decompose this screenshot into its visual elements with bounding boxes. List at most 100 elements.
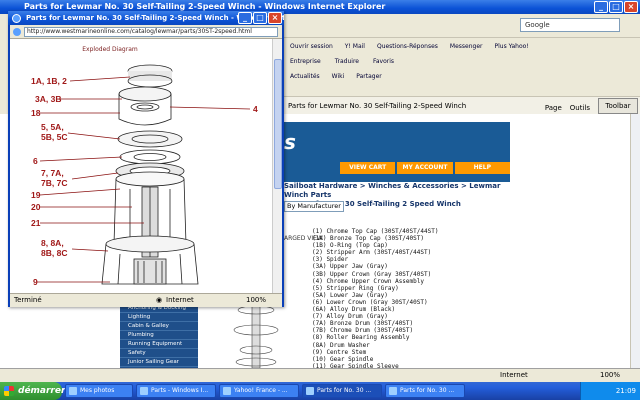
taskbar-item-ie-3[interactable]: Parts for No. 30 ... [302, 384, 382, 398]
close-icon[interactable]: × [268, 12, 282, 24]
popup-title-bar: Parts for Lewmar No. 30 Self-Tailing 2-S… [8, 11, 284, 25]
tab-bar: Parts for Lewmar No. 30 Self-Tailing 2-S… [284, 96, 640, 114]
view-cart-button[interactable]: VIEW CART [340, 162, 396, 174]
part-label[interactable]: 4 [253, 105, 258, 114]
search-input[interactable]: Google [520, 18, 620, 32]
sidebar-item[interactable]: Safety [120, 349, 198, 358]
taskbar-item-photos[interactable]: Mes photos [65, 384, 133, 398]
link-messenger[interactable]: Messenger [450, 43, 483, 50]
ie-icon [306, 387, 314, 395]
part-list-item[interactable]: (6A) Alloy Drum (Black) [312, 306, 508, 313]
part-list-item[interactable]: (3B) Upper Crown (Gray 30ST/40ST) [312, 271, 508, 278]
breadcrumb-line-1[interactable]: Sailboat Hardware > Winches & Accessorie… [284, 182, 510, 200]
manufacturer-select[interactable]: By Manufacturer [284, 201, 344, 212]
part-label[interactable]: 5B, 5C [41, 133, 67, 142]
taskbar-item-ie-1[interactable]: Parts - Windows I... [136, 384, 216, 398]
part-label[interactable]: 1A, 1B, 2 [31, 77, 67, 86]
part-list-item[interactable]: (7B) Chrome Drum (30ST/40ST) [312, 327, 508, 334]
popup-window-controls: _ □ × [238, 12, 282, 24]
folder-icon [69, 387, 77, 395]
part-label[interactable]: 8B, 8C [41, 249, 67, 258]
link-partager[interactable]: Partager [356, 73, 382, 80]
part-list-item[interactable]: (5A) Lower Jaw (Gray) [312, 292, 508, 299]
zoom-level[interactable]: 100% [246, 294, 266, 307]
part-list-item[interactable]: (7) Alloy Drum (Gray) [312, 313, 508, 320]
popup-status-bar: Terminé ◉ Internet 100% [10, 293, 282, 307]
part-list-item[interactable]: (7A) Bronze Drum (30ST/40ST) [312, 320, 508, 327]
tab-current[interactable]: Parts for Lewmar No. 30 Self-Tailing 2-S… [288, 102, 466, 110]
part-list-item[interactable]: (2) Stripper Arm (30ST/40ST/44ST) [312, 249, 508, 256]
part-label[interactable]: 20 [31, 203, 40, 212]
clock[interactable]: 21:09 [616, 387, 636, 395]
ie-icon [12, 14, 21, 23]
part-label[interactable]: 8, 8A, [41, 239, 64, 248]
bg-zoom-level[interactable]: 100% [600, 369, 620, 382]
part-list-item[interactable]: (8) Roller Bearing Assembly [312, 334, 508, 341]
ie-icon [389, 387, 397, 395]
minimize-icon[interactable]: _ [594, 1, 608, 13]
part-label[interactable]: 7, 7A, [41, 169, 64, 178]
part-list-item[interactable]: (1A) Bronze Top Cap (30ST/40ST) [312, 235, 508, 242]
taskbar-item-ie-4[interactable]: Parts for No. 30 ... [385, 384, 465, 398]
url-field[interactable]: http://www.westmarineonline.com/catalog/… [24, 27, 278, 37]
help-button[interactable]: HELP [454, 162, 510, 174]
part-list-item[interactable]: (8A) Drum Washer [312, 342, 508, 349]
part-list-item[interactable]: (10) Gear Spindle [312, 356, 508, 363]
link-entreprise[interactable]: Entreprise [290, 58, 321, 65]
part-list-item[interactable]: (3A) Upper Jaw (Gray) [312, 263, 508, 270]
toolbar-row-2: Entreprise Traduire Favoris [284, 54, 640, 68]
link-questions[interactable]: Questions-Réponses [377, 43, 438, 50]
system-tray: 21:09 [580, 382, 640, 400]
sidebar-item[interactable]: Running Equipment [120, 340, 198, 349]
task-label: Mes photos [80, 387, 115, 394]
task-label: Parts - Windows I... [151, 387, 209, 394]
bg-scrollbar[interactable] [630, 114, 640, 368]
link-ouvrir-session[interactable]: Ouvrir session [290, 43, 333, 50]
bg-window-controls: _ □ × [594, 1, 638, 13]
sidebar-item[interactable]: Plumbing [120, 331, 198, 340]
sidebar-item[interactable]: Lighting [120, 313, 198, 322]
part-list-item[interactable]: (4) Chrome Upper Crown Assembly [312, 278, 508, 285]
start-label: démarrer [18, 386, 66, 396]
link-mail[interactable]: Y! Mail [345, 43, 365, 50]
part-list-item[interactable]: (5) Stripper Ring (Gray) [312, 285, 508, 292]
close-icon[interactable]: × [624, 1, 638, 13]
link-wiki[interactable]: Wiki [332, 73, 345, 80]
part-label[interactable]: 5, 5A, [41, 123, 64, 132]
ie-icon [140, 387, 148, 395]
part-list-item[interactable]: (3) Spider [312, 256, 508, 263]
part-label[interactable]: 7B, 7C [41, 179, 67, 188]
part-list-item[interactable]: (1) Chrome Top Cap (30ST/40ST/44ST) [312, 228, 508, 235]
sidebar-item[interactable]: Junior Sailing Gear [120, 358, 198, 367]
link-favoris[interactable]: Favoris [373, 58, 394, 65]
part-label[interactable]: 3A, 3B [35, 95, 61, 104]
status-text: Terminé [14, 296, 42, 304]
link-plus-yahoo[interactable]: Plus Yahoo! [495, 43, 529, 50]
part-list-item[interactable]: (1B) O-Ring (Top Cap) [312, 242, 508, 249]
part-label[interactable]: 9 [33, 278, 38, 287]
part-label[interactable]: 6 [33, 157, 38, 166]
minimize-icon[interactable]: _ [238, 12, 252, 24]
page-icon [13, 28, 21, 36]
status-zone: Internet [166, 296, 194, 304]
bg-status-bar: Internet 100% [0, 368, 640, 382]
maximize-icon[interactable]: □ [253, 12, 267, 24]
sidebar-item[interactable]: Cabin & Galley [120, 322, 198, 331]
scroll-thumb[interactable] [274, 59, 282, 189]
part-list-item[interactable]: (9) Centre Stem [312, 349, 508, 356]
link-traduire[interactable]: Traduire [335, 58, 359, 65]
part-label[interactable]: 19 [31, 191, 40, 200]
popup-scrollbar[interactable] [272, 39, 282, 293]
start-button[interactable]: démarrer [0, 382, 66, 400]
taskbar-item-ie-2[interactable]: Yahoo! France - ... [219, 384, 299, 398]
parts-list: (1) Chrome Top Cap (30ST/40ST/44ST) (1A) … [312, 228, 508, 382]
part-label[interactable]: 18 [31, 109, 40, 118]
part-label[interactable]: 21 [31, 219, 40, 228]
bg-status-zone: Internet [500, 371, 528, 379]
part-list-item[interactable]: (6) Lower Crown (Gray 30ST/40ST) [312, 299, 508, 306]
windows-logo-icon [4, 386, 14, 396]
link-actualites[interactable]: Actualités [290, 73, 320, 80]
my-account-button[interactable]: MY ACCOUNT [397, 162, 453, 174]
maximize-icon[interactable]: □ [609, 1, 623, 13]
toolbar-button[interactable]: Toolbar [598, 98, 638, 114]
